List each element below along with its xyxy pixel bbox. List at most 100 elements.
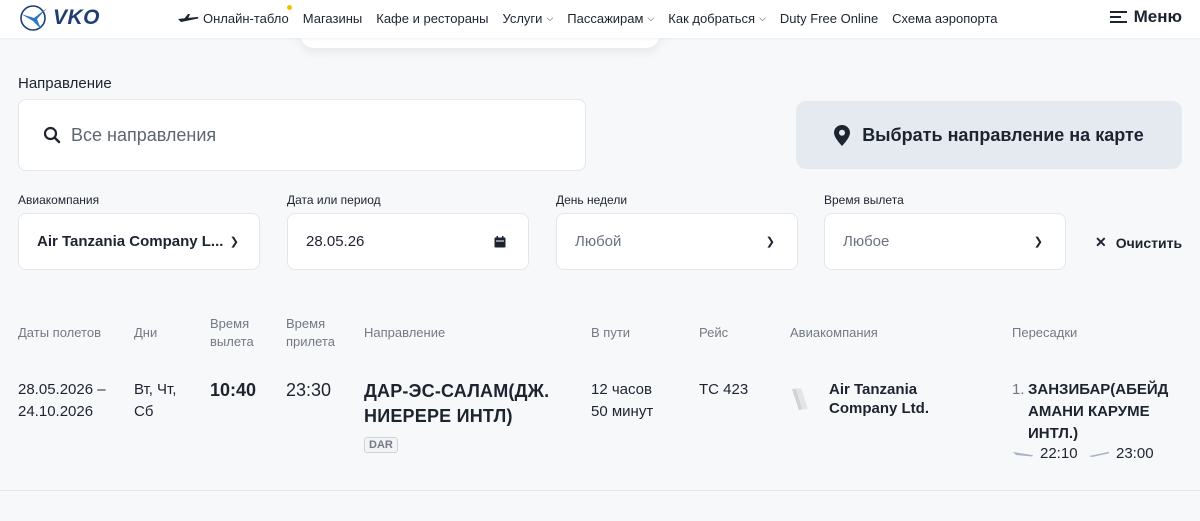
row-arrival-time: 23:30 [286, 380, 332, 400]
col-direction: Направление [364, 325, 446, 340]
transfer-departure-time: 23:00 [1116, 445, 1154, 462]
row-flight-number: TC 423 [699, 381, 749, 398]
chevron-down-icon: ❯ [1033, 236, 1043, 248]
swallow-logo-icon [20, 5, 47, 31]
plane-icon [178, 14, 199, 22]
nav-label: Онлайн-табло [203, 10, 289, 26]
row-direction-line1: ДАР-ЭС-САЛАМ(ДЖ. [364, 381, 550, 401]
col-arrival: Время прилета [286, 315, 335, 351]
nav-label: Магазины [302, 10, 363, 26]
menu-label: Меню [1133, 7, 1182, 26]
nav-label: Как добраться [668, 10, 756, 26]
direction-search-input[interactable]: Все направления [18, 99, 586, 171]
chevron-down-icon: ❯ [765, 236, 775, 248]
transfer-arrival: 22:10 [1012, 445, 1078, 462]
nav-how-to-get[interactable]: Как добраться ⌵ [668, 11, 766, 26]
airline-label: Авиакомпания [18, 193, 100, 207]
nav-label: Схема аэропорта [892, 10, 998, 26]
airport-code-badge: DAR [364, 437, 398, 453]
date-value: 28.05.26 [306, 233, 365, 250]
col-airline: Авиакомпания [790, 325, 878, 340]
row-days-line2: Сб [134, 403, 154, 420]
clear-filters-button[interactable]: ✕ Очистить [1095, 234, 1182, 251]
row-duration-line2: 50 минут [591, 403, 654, 420]
nav-online-board[interactable]: Онлайн-табло [177, 4, 292, 26]
nav-label: Услуги [502, 10, 543, 26]
departure-time-label: Время вылета [824, 193, 904, 207]
row-duration: 12 часов 50 минут [591, 379, 653, 423]
nav-label: Кафе и рестораны [376, 10, 489, 26]
col-dates: Даты полетов [18, 325, 101, 340]
row-days-line1: Вт, Чт, [134, 381, 177, 398]
close-icon: ✕ [1095, 234, 1107, 250]
direction-label: Направление [18, 75, 112, 92]
row-dates-line2: 24.10.2026 [18, 403, 94, 420]
row-departure-time: 10:40 [210, 380, 257, 400]
nav-shops[interactable]: Магазины [303, 11, 363, 26]
logo-text: VKO [53, 6, 101, 29]
chevron-down-icon: ⌵ [647, 12, 655, 23]
row-direction-line2: НИЕРЕРЕ ИНТЛ) [364, 406, 513, 426]
col-arrival-line2: прилета [286, 334, 335, 349]
col-arrival-line1: Время [286, 316, 326, 331]
nav-label: Duty Free Online [779, 10, 879, 26]
nav-duty-free[interactable]: Duty Free Online [780, 11, 878, 26]
vko-logo[interactable]: VKO [19, 4, 100, 32]
row-direction: ДАР-ЭС-САЛАМ(ДЖ. НИЕРЕРЕ ИНТЛ) [364, 379, 549, 429]
weekday-select[interactable]: Любой ❯ [556, 213, 798, 270]
map-button-label: Выбрать направление на карте [862, 124, 1144, 145]
row-dates-line1: 28.05.2026 – [18, 381, 106, 398]
weekday-label: День недели [556, 193, 628, 207]
row-divider [0, 490, 1200, 491]
row-airline: Air Tanzania Company Ltd. [829, 380, 929, 418]
direction-placeholder: Все направления [71, 124, 217, 145]
row-dates: 28.05.2026 – 24.10.2026 [18, 379, 106, 423]
weekday-value: Любой [575, 233, 622, 250]
row-days: Вт, Чт, Сб [134, 379, 176, 423]
row-airline-line1: Air Tanzania [829, 381, 918, 398]
choose-on-map-button[interactable]: Выбрать направление на карте [796, 101, 1182, 169]
top-header: VKO Онлайн-табло Магазины Кафе и рестора… [0, 0, 1200, 38]
date-picker[interactable]: 28.05.26 [287, 213, 529, 270]
transfer-departure: 23:00 [1088, 445, 1154, 462]
airline-select[interactable]: Air Tanzania Company L... ❯ [18, 213, 260, 270]
transfer-airport: ЗАНЗИБАР(АБЕЙД АМАНИ КАРУМЕ ИНТЛ.) [1028, 379, 1168, 445]
col-transfers: Пересадки [1012, 325, 1078, 340]
col-departure: Время вылета [210, 315, 254, 351]
departure-time-value: Любое [843, 233, 890, 250]
chevron-down-icon: ❯ [229, 236, 239, 248]
col-departure-line2: вылета [210, 334, 254, 349]
nav-label: Пассажирам [567, 10, 644, 26]
transfer-number: 1. [1012, 381, 1025, 398]
col-duration: В пути [591, 325, 631, 340]
airline-logo-icon [792, 388, 808, 410]
nav-passengers[interactable]: Пассажирам ⌵ [567, 11, 654, 26]
plane-landing-icon [1013, 451, 1033, 456]
nav-airport-map[interactable]: Схема аэропорта [892, 11, 997, 26]
clear-label: Очистить [1115, 234, 1183, 251]
main-nav: Онлайн-табло Магазины Кафе и рестораны У… [177, 0, 1012, 36]
col-departure-line1: Время [210, 316, 250, 331]
search-icon [43, 126, 61, 144]
transfer-line2: АМАНИ КАРУМЕ [1028, 403, 1150, 420]
row-airline-line2: Company Ltd. [829, 400, 929, 417]
calendar-icon [494, 235, 506, 247]
nav-services[interactable]: Услуги ⌵ [502, 11, 553, 26]
row-duration-line1: 12 часов [591, 381, 652, 398]
col-flight: Рейс [699, 325, 729, 340]
transfer-line3: ИНТЛ.) [1028, 425, 1079, 442]
chevron-down-icon: ⌵ [759, 12, 766, 23]
menu-button[interactable]: Меню [1109, 7, 1182, 27]
departure-time-select[interactable]: Любое ❯ [824, 213, 1066, 270]
hamburger-icon [1109, 8, 1127, 26]
transfer-arrival-time: 22:10 [1040, 445, 1078, 462]
transfer-line1: ЗАНЗИБАР(АБЕЙД [1028, 381, 1169, 398]
notification-dot [286, 4, 292, 10]
plane-takeoff-icon [1089, 451, 1110, 457]
map-pin-icon [834, 124, 851, 146]
chevron-down-icon: ⌵ [546, 12, 554, 23]
col-days: Дни [134, 325, 158, 340]
airline-value: Air Tanzania Company L... [37, 233, 224, 250]
date-label: Дата или период [287, 193, 381, 207]
nav-cafes[interactable]: Кафе и рестораны [376, 11, 488, 26]
